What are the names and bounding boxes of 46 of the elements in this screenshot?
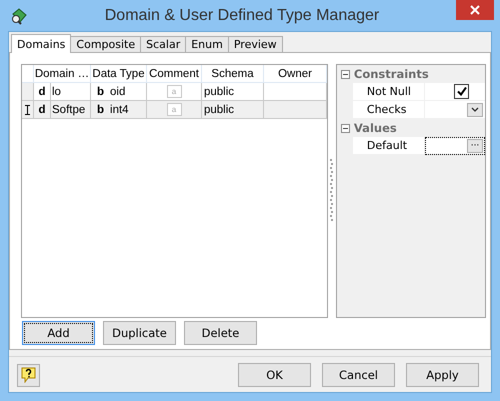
window-title: Domain & User Defined Type Manager: [104, 6, 380, 24]
check-icon: [456, 87, 466, 96]
ellipsis-button[interactable]: ···: [467, 138, 483, 152]
table-cell: int4: [110, 104, 129, 116]
domain-mark: d: [34, 101, 51, 119]
table-cell: Softpe: [51, 101, 91, 119]
grid-action-button[interactable]: Delete: [184, 321, 257, 345]
column-header[interactable]: Schema: [202, 65, 264, 83]
close-button[interactable]: [456, 0, 494, 20]
table-cell: [264, 101, 327, 119]
property-value[interactable]: ···: [424, 137, 485, 155]
type-mark: b: [97, 86, 104, 98]
tab[interactable]: Enum: [185, 36, 229, 52]
tab[interactable]: Domains: [11, 34, 72, 53]
close-icon: [470, 5, 480, 15]
collapse-icon[interactable]: [340, 70, 350, 78]
column-header[interactable]: Owner: [264, 65, 327, 83]
column-header[interactable]: Comment: [147, 65, 202, 83]
property-label: Checks: [352, 101, 425, 119]
dialog-button[interactable]: OK: [238, 363, 311, 387]
tab[interactable]: Composite: [70, 36, 142, 52]
grid-action-button[interactable]: Add: [22, 321, 95, 345]
property-label: Default: [352, 137, 425, 155]
splitter-grip-icon[interactable]: [330, 159, 334, 223]
tab[interactable]: Preview: [228, 36, 283, 52]
category-label: Values: [354, 121, 397, 135]
checkbox[interactable]: [454, 84, 469, 99]
help-button[interactable]: [17, 364, 40, 386]
app-icon: [10, 6, 28, 24]
table-cell: public: [202, 101, 264, 119]
collapse-icon[interactable]: [340, 124, 350, 132]
type-mark: b: [97, 104, 104, 116]
column-header[interactable]: Data Type: [91, 65, 147, 83]
dropdown-button[interactable]: [467, 102, 483, 116]
tab[interactable]: Scalar: [140, 36, 186, 52]
property-value[interactable]: [424, 83, 485, 101]
column-header[interactable]: Domain …: [34, 65, 91, 83]
table-cell: oid: [110, 86, 126, 98]
dialog-button[interactable]: Apply: [406, 363, 479, 387]
dialog-button[interactable]: Cancel: [322, 363, 395, 387]
help-icon: [21, 367, 36, 383]
caret-icon: [471, 107, 479, 112]
category-label: Constraints: [354, 67, 429, 81]
row-indicator[interactable]: [22, 101, 34, 119]
grid-action-button[interactable]: Duplicate: [103, 321, 176, 345]
property-label: Not Null: [352, 83, 425, 101]
